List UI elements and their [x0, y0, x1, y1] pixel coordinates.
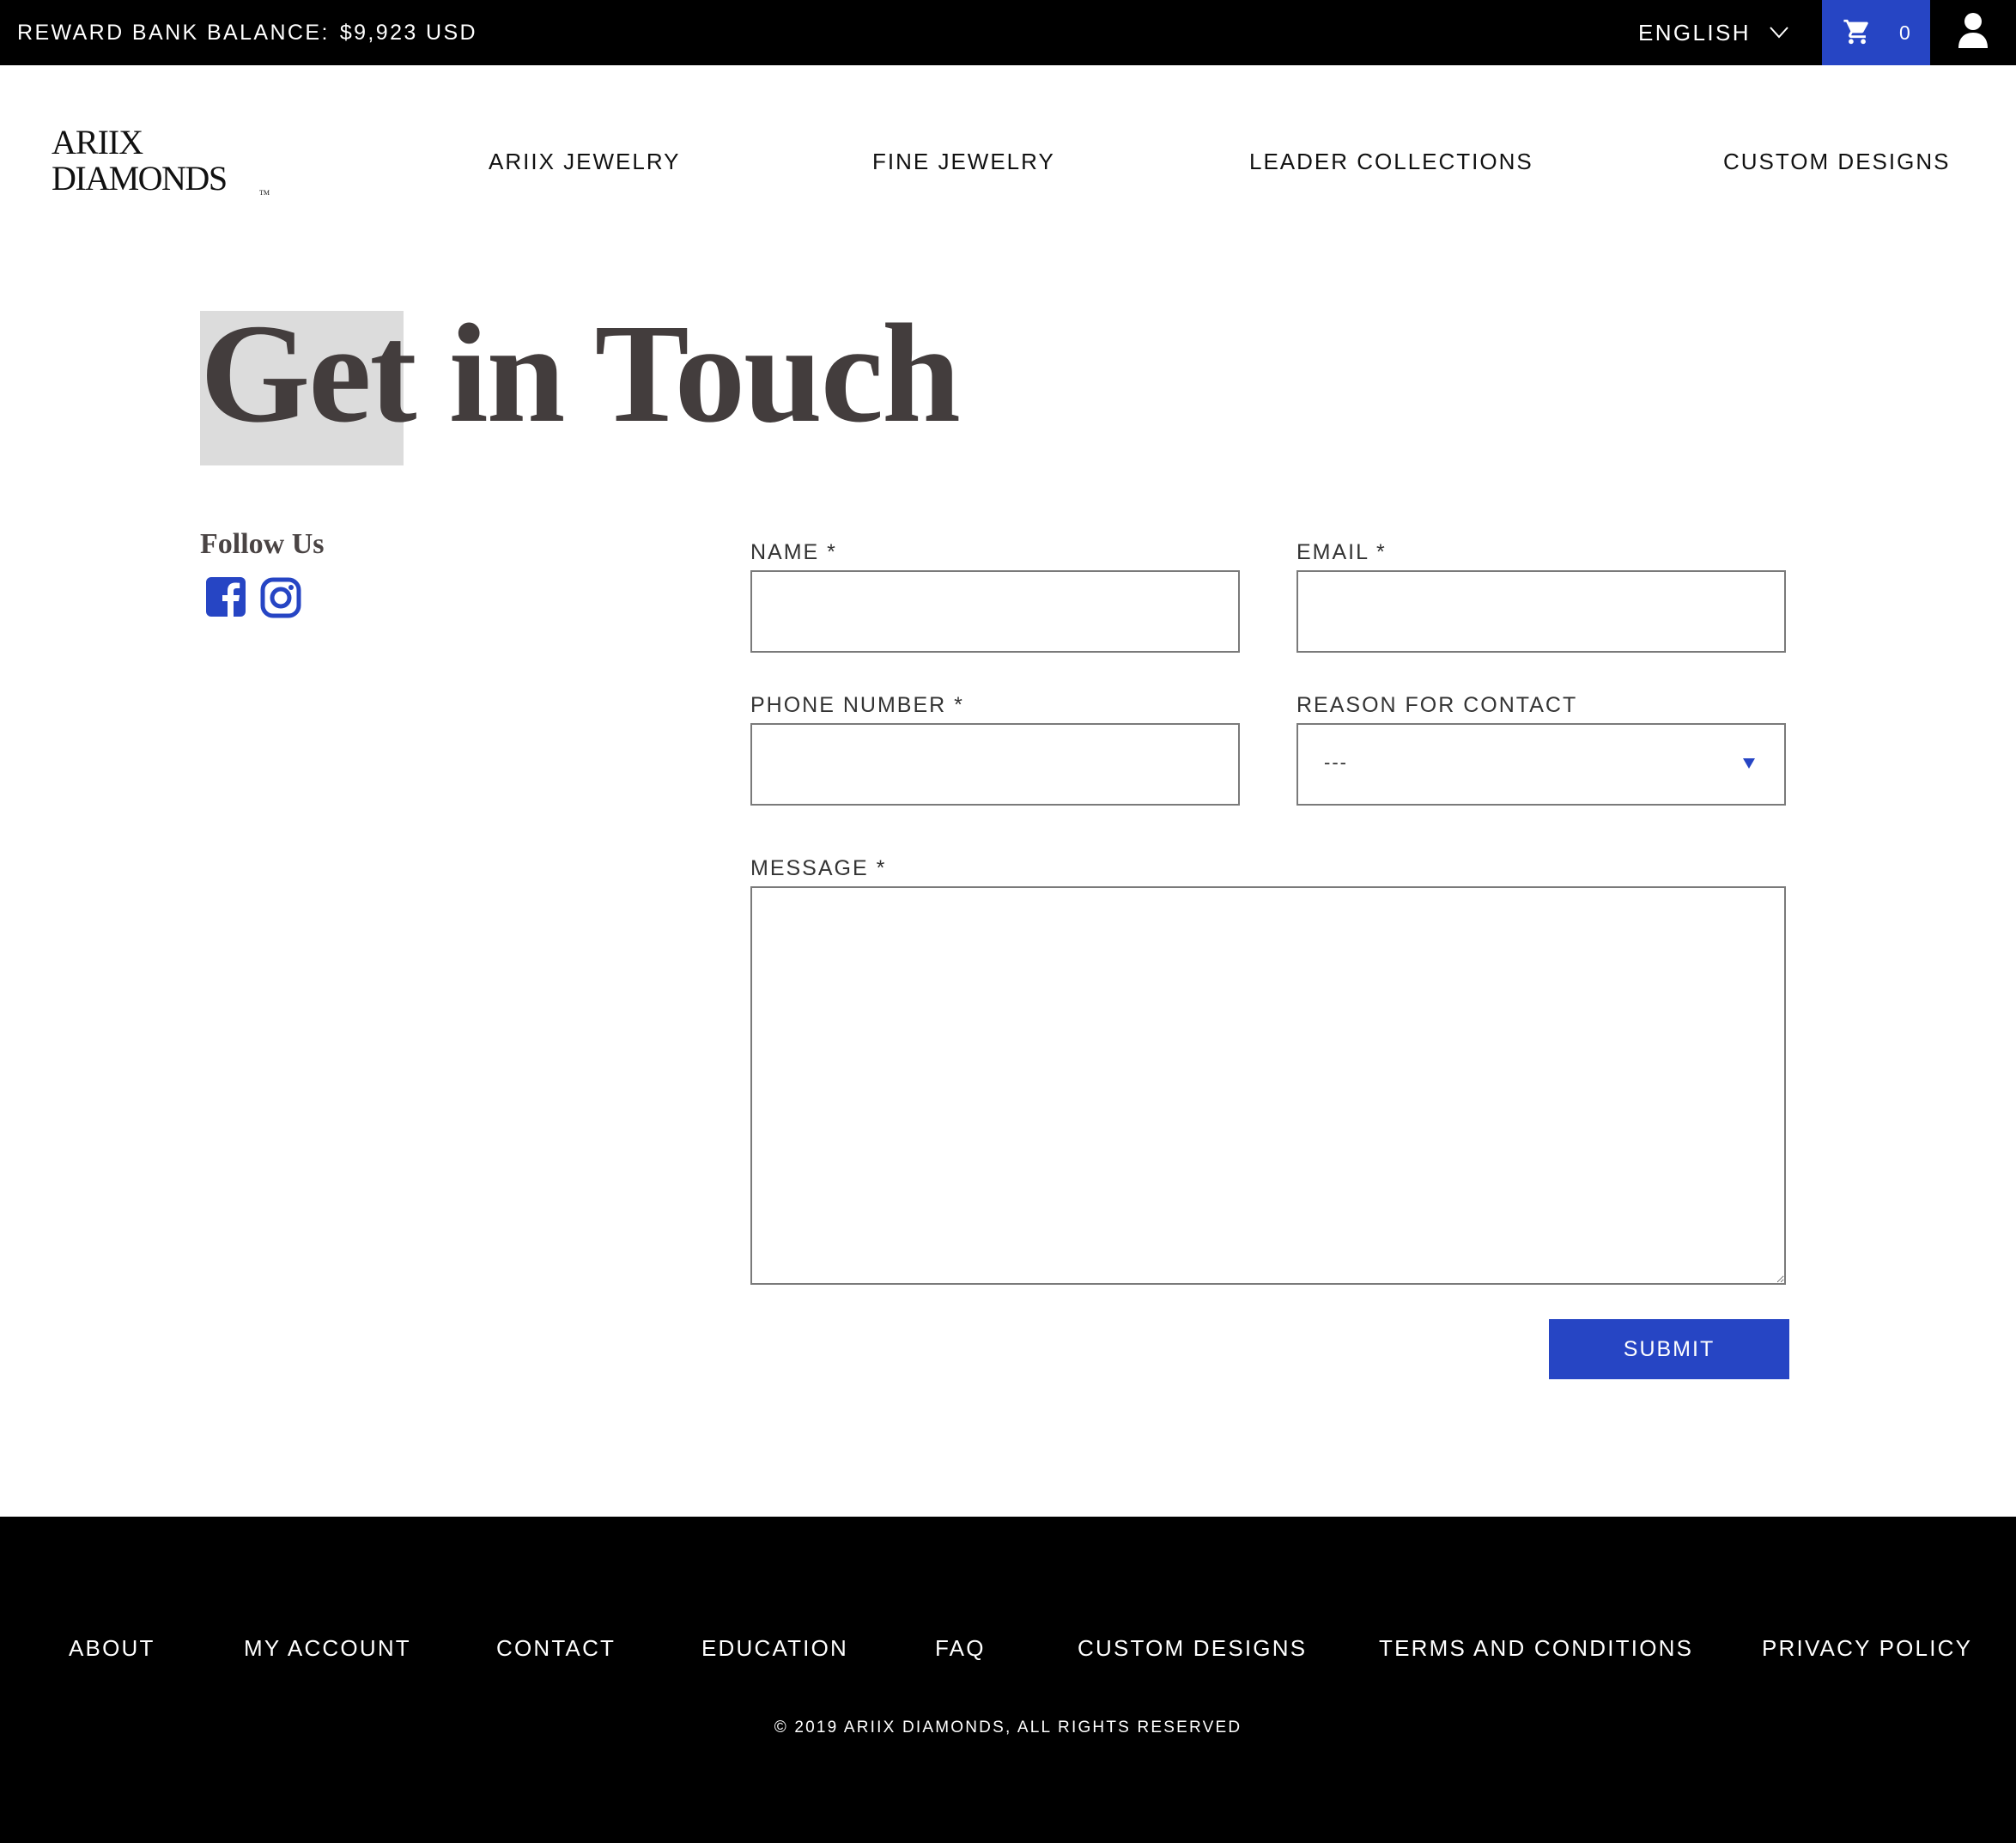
- nav-custom-designs[interactable]: CUSTOM DESIGNS: [1723, 146, 1950, 177]
- page-title: Get in Touch: [200, 295, 961, 452]
- dropdown-arrow-icon: [1743, 758, 1755, 769]
- footer-link-faq[interactable]: FAQ: [935, 1633, 986, 1663]
- reason-select[interactable]: ---: [1296, 723, 1786, 806]
- user-icon[interactable]: [1958, 12, 1989, 50]
- cart-count: 0: [1899, 21, 1910, 44]
- brand-logo[interactable]: ARIIX DIAMONDS TM: [52, 124, 275, 199]
- phone-label: PHONE NUMBER *: [750, 693, 964, 717]
- language-label: ENGLISH: [1638, 20, 1751, 46]
- message-label: MESSAGE *: [750, 856, 887, 880]
- footer: ABOUT MY ACCOUNT CONTACT EDUCATION FAQ C…: [0, 1517, 2016, 1843]
- reward-amount: $9,923 USD: [339, 21, 478, 45]
- top-bar: REWARD BANK BALANCE: $9,923 USD ENGLISH 0: [0, 0, 2016, 65]
- submit-button[interactable]: SUBMIT: [1549, 1319, 1789, 1379]
- reward-bank-balance: REWARD BANK BALANCE: $9,923 USD: [17, 0, 477, 65]
- message-field[interactable]: [750, 886, 1786, 1285]
- phone-input[interactable]: [752, 725, 1238, 804]
- footer-link-my-account[interactable]: MY ACCOUNT: [244, 1633, 411, 1663]
- email-label: EMAIL *: [1296, 540, 1387, 564]
- footer-link-terms[interactable]: TERMS AND CONDITIONS: [1379, 1633, 1693, 1663]
- phone-field[interactable]: [750, 723, 1240, 806]
- name-label: NAME *: [750, 540, 837, 564]
- nav-leader-collections[interactable]: LEADER COLLECTIONS: [1249, 146, 1533, 177]
- follow-us-heading: Follow Us: [200, 528, 325, 560]
- copyright-text: © 2019 ARIIX DIAMONDS, ALL RIGHTS RESERV…: [774, 1718, 1242, 1737]
- nav-ariix-jewelry[interactable]: ARIIX JEWELRY: [489, 146, 680, 177]
- reward-label: REWARD BANK BALANCE:: [17, 21, 330, 45]
- footer-link-custom-designs[interactable]: CUSTOM DESIGNS: [1078, 1633, 1307, 1663]
- logo-line-1: ARIIX: [52, 123, 143, 161]
- chevron-down-icon: [1770, 27, 1788, 39]
- title-rest: in Touch: [448, 295, 961, 452]
- footer-link-about[interactable]: ABOUT: [69, 1633, 155, 1663]
- logo-line-2: DIAMONDS: [52, 159, 228, 198]
- footer-link-contact[interactable]: CONTACT: [496, 1633, 616, 1663]
- nav-fine-jewelry[interactable]: FINE JEWELRY: [872, 146, 1055, 177]
- instagram-icon[interactable]: [260, 577, 301, 618]
- title-highlight-word: Get: [200, 295, 417, 452]
- reason-label: REASON FOR CONTACT: [1296, 693, 1578, 717]
- name-field[interactable]: [750, 570, 1240, 653]
- email-field[interactable]: [1296, 570, 1786, 653]
- email-input[interactable]: [1298, 572, 1784, 651]
- name-input[interactable]: [752, 572, 1238, 651]
- cart-button[interactable]: 0: [1822, 0, 1930, 65]
- cart-icon: [1843, 19, 1868, 45]
- footer-link-education[interactable]: EDUCATION: [701, 1633, 848, 1663]
- footer-link-privacy[interactable]: PRIVACY POLICY: [1762, 1633, 1972, 1663]
- logo-trademark: TM: [259, 189, 270, 197]
- facebook-icon[interactable]: [206, 577, 246, 617]
- reason-selected-value: ---: [1324, 751, 1348, 773]
- language-selector[interactable]: ENGLISH: [1638, 0, 1788, 65]
- message-textarea[interactable]: [752, 888, 1784, 1283]
